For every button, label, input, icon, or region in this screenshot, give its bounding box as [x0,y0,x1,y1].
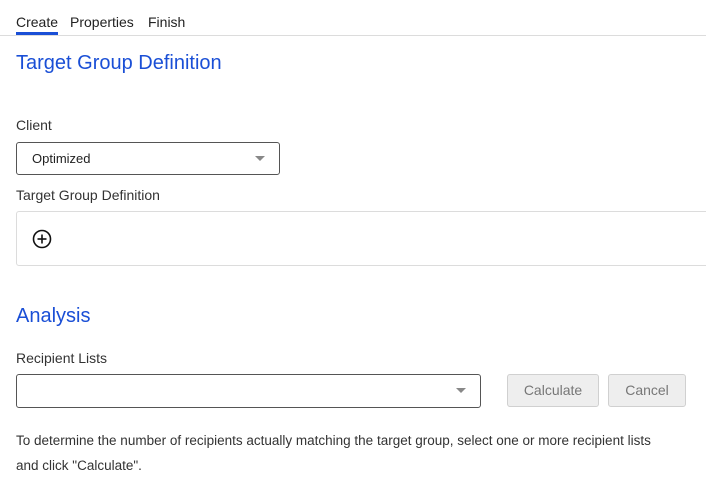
target-group-definition-title: Target Group Definition [16,52,222,74]
tab-create[interactable]: Create [16,13,59,35]
cancel-button[interactable]: Cancel [608,374,686,407]
tab-finish[interactable]: Finish [148,13,185,31]
chevron-down-icon [255,156,265,161]
calculate-button[interactable]: Calculate [507,374,599,407]
plus-circle-icon[interactable] [32,229,52,249]
page: Create Properties Finish Target Group De… [0,0,706,492]
tab-bar: Create Properties Finish [0,0,706,36]
target-group-definition-label: Target Group Definition [16,187,160,203]
client-select[interactable]: Optimized [16,142,280,175]
tab-properties[interactable]: Properties [70,13,134,31]
analysis-help-text: To determine the number of recipients ac… [16,433,651,473]
target-group-definition-box [16,211,706,266]
recipient-lists-label: Recipient Lists [16,350,108,366]
analysis-title: Analysis [16,305,91,327]
chevron-down-icon [456,388,466,393]
client-select-value: Optimized [32,151,91,166]
recipient-lists-select[interactable] [16,374,481,408]
client-label: Client [16,117,52,133]
